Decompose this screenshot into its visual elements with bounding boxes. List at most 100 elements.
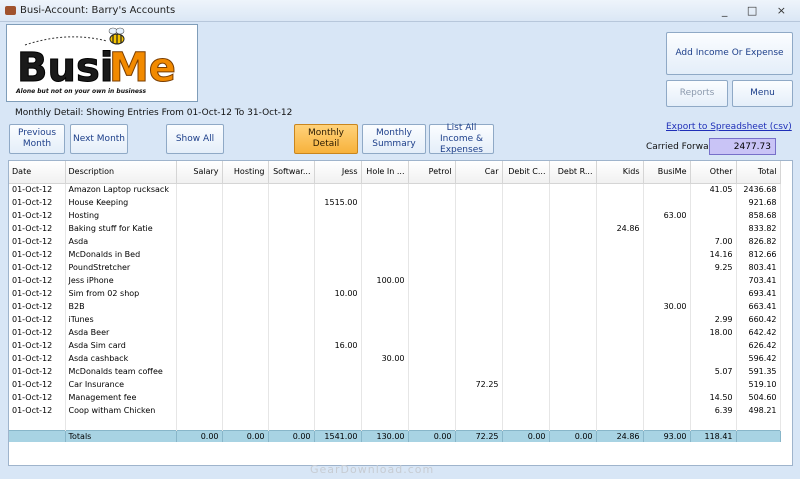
- table-row[interactable]: 01-Oct-12 Management fee 14.50 504.60: [9, 391, 781, 404]
- table-row[interactable]: 01-Oct-12 Asda 7.00 826.82: [9, 235, 781, 248]
- export-csv-link[interactable]: Export to Spreadsheet (csv): [666, 122, 792, 132]
- table-cell: [408, 248, 456, 261]
- column-header[interactable]: Description: [65, 161, 177, 184]
- table-cell: [502, 313, 550, 326]
- table-cell: [268, 235, 315, 248]
- table-cell: [361, 222, 409, 235]
- table-row[interactable]: 01-Oct-12 Asda cashback 30.00 596.42: [9, 352, 781, 365]
- window-controls[interactable]: _ □ ×: [722, 4, 794, 17]
- table-row[interactable]: 01-Oct-12 Jess iPhone 100.00 703.41: [9, 274, 781, 287]
- table-row[interactable]: 01-Oct-12 House Keeping 1515.00 921.68: [9, 196, 781, 209]
- column-header[interactable]: Salary: [176, 161, 223, 184]
- previous-month-button[interactable]: Previous Month: [9, 124, 65, 154]
- column-header[interactable]: Jess: [314, 161, 362, 184]
- table-cell: [268, 404, 315, 417]
- table-cell: 803.41: [736, 261, 781, 274]
- table-cell: [643, 274, 691, 287]
- table-cell: [361, 287, 409, 300]
- main-window: Busi Me Alone but not on your own in bus…: [0, 22, 800, 479]
- table-row[interactable]: 01-Oct-12 Sim from 02 shop 10.00 693.41: [9, 287, 781, 300]
- column-header[interactable]: BusiMe: [643, 161, 691, 184]
- table-row[interactable]: 01-Oct-12 Coop witham Chicken 6.39 498.21: [9, 404, 781, 417]
- totals-cell: Totals: [65, 429, 177, 442]
- monthly-detail-button[interactable]: Monthly Detail: [294, 124, 358, 154]
- column-header[interactable]: Debt R...: [549, 161, 597, 184]
- table-cell: 642.42: [736, 326, 781, 339]
- empty-row: [9, 417, 781, 430]
- table-cell: [268, 274, 315, 287]
- table-row[interactable]: 01-Oct-12 B2B 30.00 663.41: [9, 300, 781, 313]
- table-cell: [268, 261, 315, 274]
- table-row[interactable]: 01-Oct-12 Hosting 63.00 858.68: [9, 209, 781, 222]
- table-row[interactable]: 01-Oct-12 McDonalds in Bed 14.16 812.66: [9, 248, 781, 261]
- table-cell: [176, 209, 223, 222]
- add-income-expense-button[interactable]: Add Income Or Expense: [666, 32, 793, 75]
- table-cell: [455, 352, 503, 365]
- table-cell: [361, 404, 409, 417]
- table-cell: [176, 365, 223, 378]
- totals-row: Totals 0.00 0.00 0.00 1541.00 130.00 0.00 72.25…: [9, 429, 781, 442]
- table-cell: [549, 261, 597, 274]
- table-cell: [455, 222, 503, 235]
- table-cell: [361, 365, 409, 378]
- table-cell: [176, 391, 223, 404]
- column-header[interactable]: Total: [736, 161, 781, 184]
- table-cell: [176, 352, 223, 365]
- table-row[interactable]: 01-Oct-12 PoundStretcher 9.25 803.41: [9, 261, 781, 274]
- reports-button[interactable]: Reports: [666, 80, 728, 107]
- table-row[interactable]: 01-Oct-12 McDonalds team coffee 5.07 591.35: [9, 365, 781, 378]
- table-cell: [222, 326, 269, 339]
- table-cell: [314, 391, 362, 404]
- table-cell: 01-Oct-12: [9, 235, 66, 248]
- table-cell: [361, 196, 409, 209]
- table-cell: [268, 378, 315, 391]
- table-cell: [643, 365, 691, 378]
- menu-button[interactable]: Menu: [732, 80, 793, 107]
- show-all-button[interactable]: Show All: [166, 124, 224, 154]
- column-header[interactable]: Hosting: [222, 161, 269, 184]
- table-cell: [314, 235, 362, 248]
- table-row[interactable]: 01-Oct-12 Asda Beer 18.00 642.42: [9, 326, 781, 339]
- next-month-button[interactable]: Next Month: [70, 124, 128, 154]
- table-row[interactable]: 01-Oct-12 Baking stuff for Katie 24.86 833.…: [9, 222, 781, 235]
- table-cell: [268, 365, 315, 378]
- table-cell: [176, 300, 223, 313]
- table-row[interactable]: 01-Oct-12 Amazon Laptop rucksack 41.05 2436…: [9, 183, 781, 196]
- table-cell: 812.66: [736, 248, 781, 261]
- column-header[interactable]: Debit C...: [502, 161, 550, 184]
- table-row[interactable]: 01-Oct-12 Car Insurance 72.25 519.10: [9, 378, 781, 391]
- table-cell: 2436.68: [736, 183, 781, 196]
- entries-table[interactable]: Date Description Salary Hosting Softwar... Je…: [8, 160, 793, 466]
- table-cell: [222, 287, 269, 300]
- column-header[interactable]: Softwar...: [268, 161, 315, 184]
- monthly-summary-button[interactable]: Monthly Summary: [362, 124, 426, 154]
- list-all-button[interactable]: List All Income & Expenses: [429, 123, 494, 155]
- column-header[interactable]: Other: [690, 161, 737, 184]
- table-cell: 01-Oct-12: [9, 365, 66, 378]
- table-cell: [502, 235, 550, 248]
- table-cell: [268, 196, 315, 209]
- column-header[interactable]: Kids: [596, 161, 644, 184]
- table-row[interactable]: 01-Oct-12 Asda Sim card 16.00 626.42: [9, 339, 781, 352]
- column-header[interactable]: Date: [9, 161, 66, 184]
- table-body: 01-Oct-12 Amazon Laptop rucksack 41.05 2436…: [9, 183, 781, 442]
- table-cell: [549, 313, 597, 326]
- totals-cell: 0.00: [408, 429, 456, 442]
- table-cell: 596.42: [736, 352, 781, 365]
- table-cell: [643, 183, 691, 196]
- table-cell: [502, 339, 550, 352]
- column-header[interactable]: Hole In ...: [361, 161, 409, 184]
- table-cell: [268, 339, 315, 352]
- table-cell: Car Insurance: [65, 378, 177, 391]
- column-header[interactable]: Car: [455, 161, 503, 184]
- table-cell: [222, 274, 269, 287]
- table-cell: [502, 287, 550, 300]
- table-cell: [408, 313, 456, 326]
- table-cell: Management fee: [65, 391, 177, 404]
- table-row[interactable]: 01-Oct-12 iTunes 2.99 660.42: [9, 313, 781, 326]
- table-cell: [502, 378, 550, 391]
- table-cell: [596, 326, 644, 339]
- table-cell: [222, 222, 269, 235]
- table-cell: [268, 300, 315, 313]
- column-header[interactable]: Petrol: [408, 161, 456, 184]
